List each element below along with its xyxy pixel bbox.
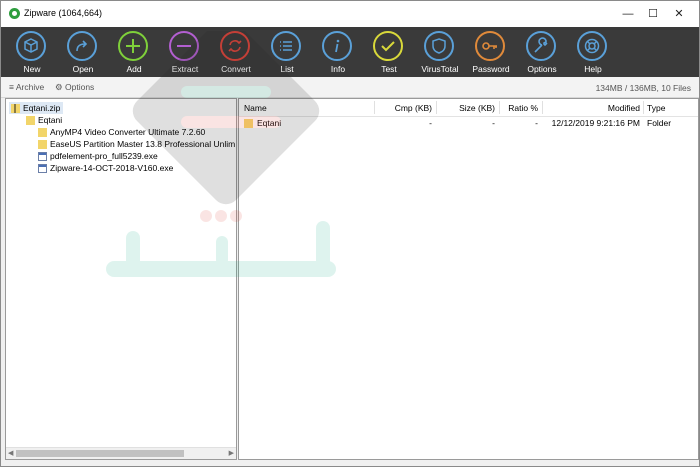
table-row[interactable]: Eqtani - - - 12/12/2019 9:21:16 PM Folde… [239,117,698,130]
wrench-icon [526,31,556,61]
tree-item-label: AnyMP4 Video Converter Ultimate 7.2.60 [50,127,206,137]
row-size: - [492,118,495,128]
maximize-button[interactable]: ☐ [642,5,664,23]
row-modified: 12/12/2019 9:21:16 PM [551,118,640,128]
window-title: Zipware (1064,664) [24,8,103,18]
exe-file-icon [38,152,47,161]
scrollbar-thumb[interactable] [16,450,184,457]
archive-summary: 134MB / 136MB, 10 Files [595,83,691,93]
new-button[interactable]: New [7,29,57,75]
tree-item-label: EaseUS Partition Master 13.8 Professiona… [50,139,236,149]
file-list[interactable]: Name Cmp (KB) Size (KB) Ratio % Modified… [238,98,699,460]
minimize-button[interactable]: — [617,5,639,23]
tree-horizontal-scrollbar[interactable]: ◀ ▶ [6,447,236,459]
list-icon [271,31,301,61]
row-ratio: - [535,118,538,128]
info-button[interactable]: Info [313,29,363,75]
open-button[interactable]: Open [58,29,108,75]
options-menu[interactable]: ⚙ Options [55,82,94,93]
help-label: Help [584,64,602,74]
extract-button[interactable]: Extract [160,29,210,75]
title-bar: Zipware (1064,664) — ☐ ✕ [1,1,699,27]
tree-folder[interactable]: Eqtani [24,114,62,126]
column-modified[interactable]: Modified [544,103,640,113]
main-toolbar: New Open Add Extract Convert List Info T… [1,27,699,77]
test-button[interactable]: Test [364,29,414,75]
tree-root-label: Eqtani.zip [23,103,61,113]
options-menu-label: Options [65,82,95,92]
folder-icon [38,140,47,149]
lifebuoy-icon [577,31,607,61]
archive-menu-label: Archive [15,82,45,92]
column-cmp[interactable]: Cmp (KB) [376,103,432,113]
file-list-header: Name Cmp (KB) Size (KB) Ratio % Modified… [239,99,698,117]
virustotal-button[interactable]: VirusTotal [415,29,465,75]
hamburger-icon: ≡ [9,82,14,92]
close-button[interactable]: ✕ [668,5,690,23]
row-type: Folder [647,118,672,128]
convert-button[interactable]: Convert [211,29,261,75]
tree-folder-label: Eqtani [38,115,63,125]
folder-icon [26,116,35,125]
gear-icon: ⚙ [55,82,63,92]
tree-item[interactable]: Zipware-14-OCT-2018-V160.exe [36,162,173,174]
folder-tree[interactable]: Eqtani.zip Eqtani AnyMP4 Video Converter… [5,98,237,460]
tree-item[interactable]: pdfelement-pro_full5239.exe [36,150,158,162]
secondary-toolbar: ≡ Archive ⚙ Options 134MB / 136MB, 10 Fi… [1,77,699,98]
box-icon [16,31,46,61]
exe-file-icon [38,164,47,173]
app-window: Zipware (1064,664) — ☐ ✕ New Open Add Ex… [0,0,700,467]
column-name[interactable]: Name [244,103,267,113]
tree-item-label: pdfelement-pro_full5239.exe [50,151,158,161]
tree-item[interactable]: EaseUS Partition Master 13.8 Professiona… [36,138,235,150]
scroll-left-arrow-icon[interactable]: ◀ [8,448,13,459]
minus-icon [169,31,199,61]
shield-icon [424,31,454,61]
column-ratio[interactable]: Ratio % [501,103,538,113]
add-button[interactable]: Add [109,29,159,75]
key-icon [475,31,505,61]
plus-icon [118,31,148,61]
scroll-right-arrow-icon[interactable]: ▶ [229,448,234,459]
list-button[interactable]: List [262,29,312,75]
options-button[interactable]: Options [517,29,567,75]
tree-item[interactable]: AnyMP4 Video Converter Ultimate 7.2.60 [36,126,205,138]
zip-folder-icon [11,104,20,113]
tree-item-label: Zipware-14-OCT-2018-V160.exe [50,163,174,173]
share-arrow-icon [67,31,97,61]
column-type[interactable]: Type [647,103,665,113]
refresh-icon [220,31,250,61]
folder-icon [38,128,47,137]
info-icon [322,31,352,61]
help-button[interactable]: Help [568,29,618,75]
checkmark-icon [373,31,403,61]
password-button[interactable]: Password [466,29,516,75]
row-cmp: - [429,118,432,128]
folder-icon [244,119,253,128]
archive-menu[interactable]: ≡ Archive [9,82,44,92]
tree-root[interactable]: Eqtani.zip [9,102,64,114]
row-name: Eqtani [257,118,282,128]
column-size[interactable]: Size (KB) [438,103,495,113]
zipware-app-icon [9,8,20,19]
